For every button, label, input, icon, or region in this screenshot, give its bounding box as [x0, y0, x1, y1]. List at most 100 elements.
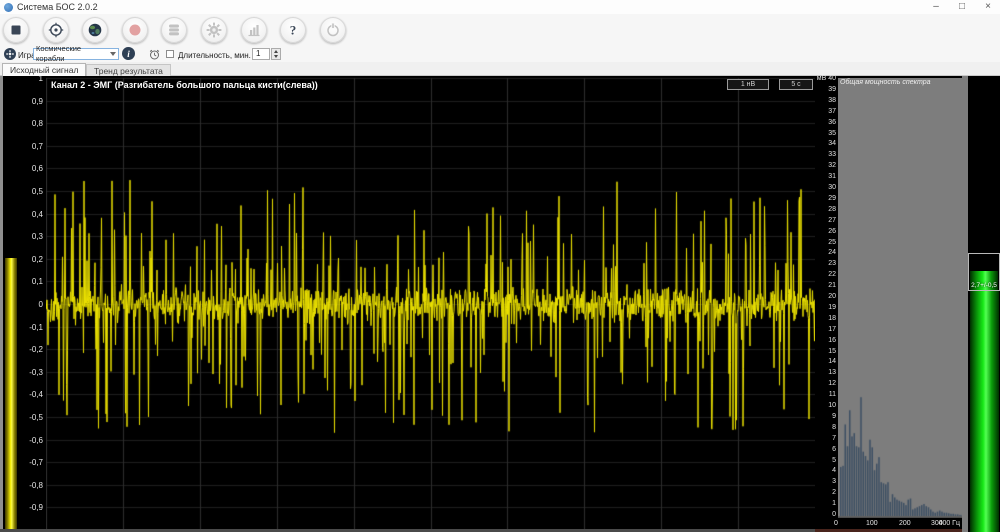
- spectrum-x-tick: 0: [834, 520, 838, 527]
- emg-y-tick: 0,5: [32, 187, 43, 196]
- settings-icon: [206, 22, 222, 38]
- emg-y-tick: -0,8: [29, 481, 43, 490]
- database-icon: [166, 22, 182, 38]
- spectrum-y-tick: 13: [828, 369, 836, 376]
- settings-button[interactable]: [201, 17, 227, 43]
- spectrum-y-tick: 24: [828, 249, 836, 256]
- stop-icon: [8, 22, 24, 38]
- feedback-bar-left: [3, 76, 19, 532]
- spectrum-y-tick: 10: [828, 402, 836, 409]
- emg-y-tick: 0,7: [32, 142, 43, 151]
- info-button[interactable]: i: [122, 47, 135, 60]
- emg-y-tick: -0,5: [29, 413, 43, 422]
- app-icon: [4, 3, 13, 12]
- feedback-bar-right: 2,7+/-0,5: [968, 76, 1000, 532]
- globe-icon: [87, 22, 103, 38]
- time-scale-button[interactable]: 5 с: [779, 79, 813, 90]
- spectrum-y-tick: 39: [828, 86, 836, 93]
- stop-button[interactable]: [3, 17, 29, 43]
- emg-y-tick: 0,1: [32, 277, 43, 286]
- game-select-value: Космические корабли: [36, 44, 110, 64]
- spectrum-y-tick: 34: [828, 140, 836, 147]
- spectrum-y-tick: 38: [828, 97, 836, 104]
- target-zone-fill: 2,7+/-0,5: [970, 271, 998, 290]
- feedback-bar-right-fill: [970, 291, 999, 532]
- toolbar: ?: [0, 14, 1000, 47]
- target-icon: [48, 22, 64, 38]
- spectrum-y-tick: 5: [832, 457, 836, 464]
- spectrum-y-tick: 2: [832, 489, 836, 496]
- emg-y-tick: -0,4: [29, 390, 43, 399]
- chart-icon: [246, 22, 262, 38]
- spectrum-y-tick: 0: [832, 511, 836, 518]
- spectrum-y-tick: 3: [832, 478, 836, 485]
- database-button[interactable]: [161, 17, 187, 43]
- target-zone-box: 2,7+/-0,5: [968, 253, 1000, 291]
- game-settings-icon[interactable]: [4, 48, 16, 60]
- duration-spinner: [271, 48, 281, 60]
- spectrum-y-tick: 1: [832, 500, 836, 507]
- spectrum-y-tick: 16: [828, 337, 836, 344]
- emg-y-tick: -0,2: [29, 345, 43, 354]
- emg-y-tick: 0,3: [32, 232, 43, 241]
- spinner-down-button[interactable]: [272, 54, 280, 59]
- duration-label: Длительность, мин.: [178, 51, 251, 60]
- arrow-up-icon: [274, 50, 278, 53]
- spectrum-x-tick-unit: 400 Гц: [939, 520, 960, 527]
- spectrum-y-tick: 15: [828, 348, 836, 355]
- emg-y-tick: 0,6: [32, 164, 43, 173]
- emg-y-tick: -0,6: [29, 436, 43, 445]
- target-zone-label: 2,7+/-0,5: [971, 282, 997, 290]
- spectrum-y-tick: 14: [828, 358, 836, 365]
- amplitude-scale-button[interactable]: 1 нВ: [727, 79, 769, 90]
- record-button[interactable]: [122, 17, 148, 43]
- globe-button[interactable]: [82, 17, 108, 43]
- spectrum-y-tick: 12: [828, 380, 836, 387]
- main-content: 10,90,80,70,60,50,40,30,20,10-0,1-0,2-0,…: [0, 76, 1000, 532]
- duration-checkbox[interactable]: [166, 50, 174, 58]
- tab-source-signal[interactable]: Исходный сигнал: [2, 63, 86, 76]
- emg-chart: Канал 2 - ЭМГ (Разгибатель большого паль…: [46, 76, 815, 532]
- spectrum-y-tick: 7: [832, 435, 836, 442]
- tab-trend-result[interactable]: Тренд результата: [86, 64, 171, 76]
- spectrum-y-tick: 23: [828, 260, 836, 267]
- minimize-button[interactable]: –: [930, 0, 942, 14]
- spectrum-y-tick: 17: [828, 326, 836, 333]
- spectrum-y-tick: 29: [828, 195, 836, 202]
- window-controls: – □ ×: [930, 0, 994, 14]
- spectrum-y-tick: 21: [828, 282, 836, 289]
- chevron-down-icon: [110, 52, 116, 56]
- record-icon: [127, 22, 143, 38]
- emg-y-tick: 0,2: [32, 255, 43, 264]
- game-select[interactable]: Космические корабли: [33, 48, 119, 60]
- spectrum-y-tick: 26: [828, 228, 836, 235]
- spectrum-y-tick: 18: [828, 315, 836, 322]
- controls-row: Игра Космические корабли i Длительность,…: [0, 47, 1000, 62]
- power-button[interactable]: [320, 17, 346, 43]
- target-button[interactable]: [43, 17, 69, 43]
- emg-y-tick: -0,7: [29, 458, 43, 467]
- spectrum-y-tick: 33: [828, 151, 836, 158]
- close-button[interactable]: ×: [982, 0, 994, 14]
- help-icon: ?: [285, 22, 301, 38]
- chart-button[interactable]: [241, 17, 267, 43]
- power-icon: [325, 22, 341, 38]
- spectrum-y-tick: 6: [832, 446, 836, 453]
- spectrum-y-tick: 4: [832, 467, 836, 474]
- title-bar: Система БОС 2.0.2 – □ ×: [0, 0, 1000, 14]
- window-title: Система БОС 2.0.2: [17, 0, 98, 14]
- duration-input[interactable]: 1: [252, 48, 270, 60]
- spectrum-y-tick: 22: [828, 271, 836, 278]
- spectrum-y-axis: мВ 4039383736353433323130292827262524232…: [815, 76, 838, 518]
- spectrum-x-tick: 100: [866, 520, 878, 527]
- arrow-down-icon: [274, 55, 278, 58]
- spectrum-y-tick: 9: [832, 413, 836, 420]
- spectrum-y-tick: 28: [828, 206, 836, 213]
- help-button[interactable]: ?: [280, 17, 306, 43]
- spectrum-y-tick: 37: [828, 108, 836, 115]
- emg-y-tick: -0,9: [29, 503, 43, 512]
- feedback-bar-left-fill: [5, 258, 17, 530]
- maximize-button[interactable]: □: [956, 0, 968, 14]
- app-window: Система БОС 2.0.2 – □ × ? Игра Космическ…: [0, 0, 1000, 532]
- spectrum-title: Общая мощность спектра: [840, 79, 931, 86]
